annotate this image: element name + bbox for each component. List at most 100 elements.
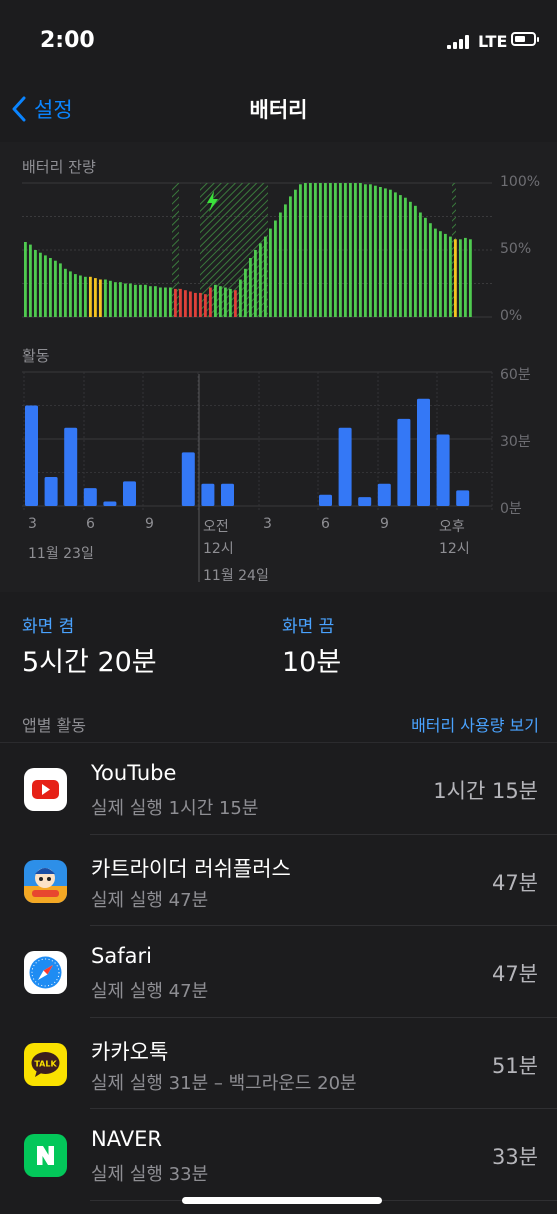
battery-bar: [89, 276, 92, 317]
battery-bar: [459, 239, 462, 317]
battery-bar: [299, 184, 302, 317]
battery-bar: [224, 287, 227, 317]
activity-bar: [338, 427, 352, 506]
battery-bar: [314, 183, 317, 317]
battery-bar: [79, 275, 82, 317]
battery-bar: [114, 282, 117, 317]
battery-bar: [274, 220, 277, 317]
battery-bar: [409, 201, 412, 317]
battery-bar: [159, 287, 162, 317]
kakaotalk-icon: TALK: [24, 1042, 67, 1086]
app-list: YouTube 실제 실행 1시간 15분 1시간 15분 카트라이더 러쉬플러…: [0, 742, 557, 1201]
battery-bar: [84, 276, 87, 317]
activity-bar: [319, 494, 332, 506]
x-tick-6: 6: [86, 516, 95, 532]
show-battery-usage-link[interactable]: 배터리 사용량 보기: [411, 712, 539, 736]
activity-bar: [436, 434, 450, 506]
activity-tick-60: 60분: [500, 367, 531, 383]
app-row-safari[interactable]: Safari 실제 실행 47분 47분: [0, 926, 557, 1018]
app-row-naver[interactable]: NAVER 실제 실행 33분 33분: [0, 1109, 557, 1201]
battery-bar: [134, 284, 137, 317]
battery-bar: [129, 283, 132, 317]
kartrider-icon: [24, 859, 67, 903]
battery-bar: [144, 284, 147, 317]
safari-icon: [24, 951, 67, 994]
activity-bar: [221, 483, 234, 506]
battery-bar: [44, 255, 47, 317]
nav-bar: 설정 배터리: [0, 80, 557, 143]
app-detail: 실제 실행 31분 – 백그라운드 20분: [91, 1072, 357, 1094]
battery-bar: [439, 231, 442, 317]
app-name: NAVER: [91, 1127, 162, 1151]
battery-tick-0: 0%: [500, 308, 523, 324]
battery-bar: [374, 185, 377, 317]
battery-bar: [249, 258, 252, 317]
app-usage: 1시간 15분: [433, 779, 538, 803]
battery-bar: [369, 184, 372, 317]
battery-bar: [229, 288, 232, 317]
app-detail: 실제 실행 47분: [91, 889, 209, 911]
x-tick-9b: 9: [380, 516, 389, 532]
battery-bar: [154, 286, 157, 317]
x-tick-6b: 6: [321, 516, 330, 532]
app-activity-header: 앱별 활동: [22, 716, 86, 735]
battery-bar: [304, 183, 307, 317]
screen-on-label: 화면 켬: [22, 617, 75, 637]
battery-bar: [189, 291, 192, 317]
battery-bar: [204, 294, 207, 317]
battery-bar: [464, 237, 467, 317]
battery-bar: [309, 183, 312, 317]
activity-tick-30: 30분: [500, 434, 531, 450]
battery-bar: [399, 195, 402, 317]
battery-tick-100: 100%: [500, 174, 541, 190]
battery-bar: [389, 189, 392, 317]
battery-bar: [194, 292, 197, 317]
x-tick-am: 오전: [203, 519, 229, 535]
page-title: 배터리: [249, 98, 308, 122]
svg-text:TALK: TALK: [34, 1059, 57, 1068]
battery-bar: [29, 244, 32, 317]
battery-bar: [39, 252, 42, 317]
battery-bar: [34, 250, 37, 317]
battery-bar: [234, 290, 237, 317]
battery-bar: [244, 268, 247, 317]
battery-bar: [184, 290, 187, 317]
app-row-kartrider[interactable]: 카트라이더 러쉬플러스 실제 실행 47분 47분: [0, 835, 557, 926]
activity-label: 활동: [22, 347, 50, 365]
battery-bar: [124, 283, 127, 317]
usage-charts: 배터리 잔량 100% 50% 0% 활동 60분 30분 0분 3 6 9 오…: [0, 142, 557, 592]
battery-bar: [419, 212, 422, 317]
activity-bar: [417, 398, 430, 506]
battery-bar: [359, 183, 362, 317]
app-row-youtube[interactable]: YouTube 실제 실행 1시간 15분 1시간 15분: [0, 743, 557, 835]
battery-bar: [264, 236, 267, 317]
charts-canvas: [22, 182, 493, 582]
battery-bar: [104, 279, 107, 317]
activity-bar: [358, 497, 372, 506]
battery-bar: [54, 260, 57, 317]
app-usage: 47분: [491, 870, 538, 895]
status-time: 2:00: [40, 28, 95, 53]
battery-bar: [64, 268, 67, 317]
battery-bar: [444, 233, 447, 317]
app-usage: 33분: [491, 1145, 538, 1169]
battery-bar: [219, 286, 222, 317]
screen-off-value: 10분: [282, 647, 342, 678]
x-tick-pm: 오후: [439, 519, 465, 535]
battery-bar: [149, 286, 152, 317]
battery-bar: [344, 183, 347, 317]
battery-bar: [404, 197, 407, 317]
activity-bar: [397, 418, 411, 506]
battery-bar: [294, 189, 297, 317]
activity-bar: [83, 488, 97, 506]
screen-on-value: 5시간 20분: [22, 647, 157, 678]
x-tick-3b: 3: [263, 516, 272, 532]
screen-off-label: 화면 끔: [282, 617, 335, 637]
app-usage: 51분: [491, 1053, 538, 1078]
battery-bar: [179, 288, 182, 317]
app-row-kakaotalk[interactable]: TALK 카카오톡 실제 실행 31분 – 백그라운드 20분 51분: [0, 1018, 557, 1109]
battery-status-icon: [511, 32, 539, 46]
battery-bar: [469, 239, 472, 317]
activity-bar: [64, 427, 78, 506]
battery-bar: [349, 183, 352, 317]
